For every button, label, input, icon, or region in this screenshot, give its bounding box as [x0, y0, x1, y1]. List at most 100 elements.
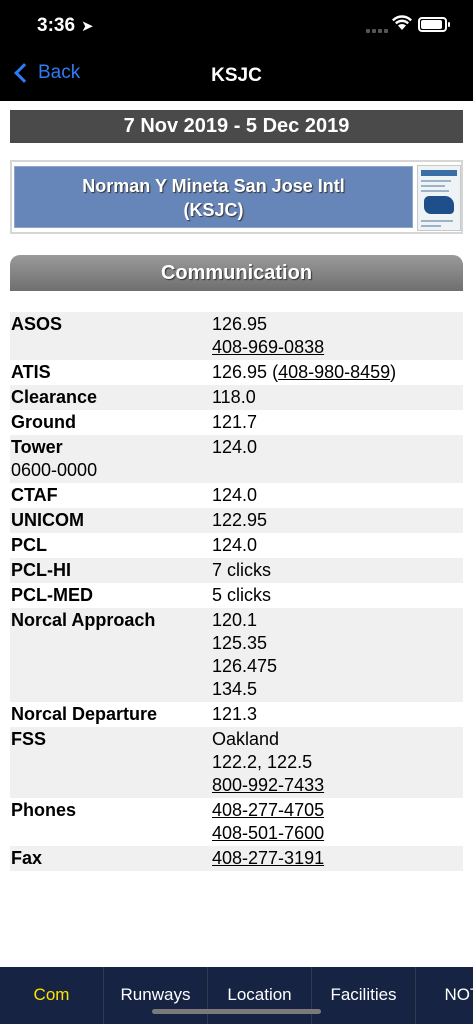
row-name-cell: Tower 0600-0000	[10, 436, 212, 482]
row-value: 124.0	[212, 485, 258, 505]
tab-runways[interactable]: Runways	[104, 967, 208, 1024]
airport-name: Norman Y Mineta San Jose Intl (KSJC)	[14, 166, 413, 228]
tab-nota[interactable]: NOTA	[416, 967, 473, 1024]
phone-link[interactable]: 408-277-4705	[212, 800, 324, 820]
row-name-cell: UNICOM	[10, 509, 212, 532]
row-label: Norcal Departure	[11, 704, 158, 724]
row-values-cell: 121.3	[212, 703, 463, 726]
row-value: 118.0	[212, 387, 256, 407]
status-bar: 3:36 ➤	[0, 0, 473, 52]
row-values-cell: 5 clicks	[212, 584, 463, 607]
status-time: 3:36	[37, 15, 76, 36]
row-value: 5 clicks	[212, 585, 272, 605]
table-row: FSS Oakland 122.2, 122.5 800-992-7433	[10, 727, 463, 798]
row-label: PCL	[11, 535, 47, 555]
row-values-cell: 120.1 125.35 126.475 134.5	[212, 609, 463, 701]
table-row: PCL-HI 7 clicks	[10, 558, 463, 583]
tab-location[interactable]: Location	[208, 967, 312, 1024]
page-title: KSJC	[211, 65, 262, 86]
row-label: ATIS	[11, 362, 51, 382]
phone-link[interactable]: 408-969-0838	[212, 337, 324, 357]
row-label: ASOS	[11, 314, 63, 334]
row-values-cell: 122.95	[212, 509, 463, 532]
row-label: PCL-HI	[11, 560, 71, 580]
table-row: CTAF 124.0	[10, 483, 463, 508]
tab-facilities[interactable]: Facilities	[312, 967, 416, 1024]
table-row: Tower 0600-0000 124.0	[10, 435, 463, 483]
phone-link[interactable]: 408-277-3191	[212, 848, 324, 868]
row-values-cell: 408-277-4705 408-501-7600	[212, 799, 463, 845]
phone-link[interactable]: 408-501-7600	[212, 823, 324, 843]
date-range: 7 Nov 2019 - 5 Dec 2019	[10, 110, 463, 143]
row-value: 125.35	[212, 633, 268, 653]
row-value: 408-501-7600	[212, 822, 463, 845]
row-value: 408-277-3191	[212, 847, 463, 870]
row-values-cell: 121.7	[212, 411, 463, 434]
row-label: Norcal Approach	[11, 610, 156, 630]
row-label: Clearance	[11, 387, 98, 407]
row-value: 124.0	[212, 437, 258, 457]
row-name-cell: Clearance	[10, 386, 212, 409]
table-row: Ground 121.7	[10, 410, 463, 435]
row-name-cell: Ground	[10, 411, 212, 434]
tab-bar: ComRunwaysLocationFacilitiesNOTA	[0, 967, 473, 1024]
phone-link[interactable]: 800-992-7433	[212, 775, 324, 795]
table-row: Clearance 118.0	[10, 385, 463, 410]
row-label: Tower	[11, 437, 63, 457]
table-row: PCL-MED 5 clicks	[10, 583, 463, 608]
airport-name-line1: Norman Y Mineta San Jose Intl	[82, 176, 345, 196]
cellular-signal-icon	[366, 29, 388, 33]
row-values-cell: 126.95 (408-980-8459)	[212, 361, 463, 384]
row-label: UNICOM	[11, 510, 84, 530]
tab-com[interactable]: Com	[0, 967, 104, 1024]
row-value: 122.95	[212, 510, 268, 530]
table-row: Phones 408-277-4705 408-501-7600	[10, 798, 463, 846]
row-value: 124.0	[212, 535, 258, 555]
row-values-cell: 124.0	[212, 436, 463, 482]
location-arrow-icon: ➤	[81, 18, 94, 35]
row-value: 122.2, 122.5	[212, 752, 313, 772]
row-value: Oakland	[212, 729, 280, 749]
row-value: 7 clicks	[212, 560, 272, 580]
row-value: 126.475	[212, 656, 278, 676]
communication-table: ASOS 126.95 408-969-0838 ATIS 126.95 (408-98…	[10, 312, 463, 871]
row-name-cell: Norcal Departure	[10, 703, 212, 726]
row-note: 0600-0000	[11, 460, 98, 480]
table-row: Norcal Approach 120.1 125.35 126.475 134.5	[10, 608, 463, 702]
row-value: 121.7	[212, 412, 258, 432]
phone-link[interactable]: 408-980-8459	[278, 362, 390, 382]
row-label: Fax	[11, 848, 43, 868]
row-value: 120.1	[212, 610, 258, 630]
table-row: Fax 408-277-3191	[10, 846, 463, 871]
row-values-cell: 118.0	[212, 386, 463, 409]
row-value: 121.3	[212, 704, 258, 724]
row-label: CTAF	[11, 485, 58, 505]
wifi-icon	[392, 15, 412, 36]
row-values-cell: 408-277-3191	[212, 847, 463, 870]
row-label: Ground	[11, 412, 76, 432]
row-label: Phones	[11, 800, 77, 820]
table-row: PCL 124.0	[10, 533, 463, 558]
row-values-cell: 7 clicks	[212, 559, 463, 582]
airport-chart-thumbnail[interactable]	[417, 165, 461, 231]
row-name-cell: Fax	[10, 847, 212, 870]
section-header: Communication	[10, 255, 463, 291]
row-value: 134.5	[212, 679, 258, 699]
row-value: 408-969-0838	[212, 336, 463, 359]
row-name-cell: Norcal Approach	[10, 609, 212, 701]
navigation-bar: Back KSJC	[0, 52, 473, 101]
row-value: 126.95 (408-980-8459)	[212, 362, 397, 382]
row-label: PCL-MED	[11, 585, 93, 605]
row-values-cell: Oakland 122.2, 122.5 800-992-7433	[212, 728, 463, 797]
table-row: UNICOM 122.95	[10, 508, 463, 533]
row-value: 126.95	[212, 314, 268, 334]
table-row: ASOS 126.95 408-969-0838	[10, 312, 463, 360]
row-name-cell: FSS	[10, 728, 212, 797]
row-name-cell: CTAF	[10, 484, 212, 507]
row-values-cell: 124.0	[212, 534, 463, 557]
row-name-cell: PCL-MED	[10, 584, 212, 607]
row-label: FSS	[11, 729, 47, 749]
airport-name-line2: (KSJC)	[183, 200, 244, 220]
table-row: Norcal Departure 121.3	[10, 702, 463, 727]
row-values-cell: 126.95 408-969-0838	[212, 313, 463, 359]
